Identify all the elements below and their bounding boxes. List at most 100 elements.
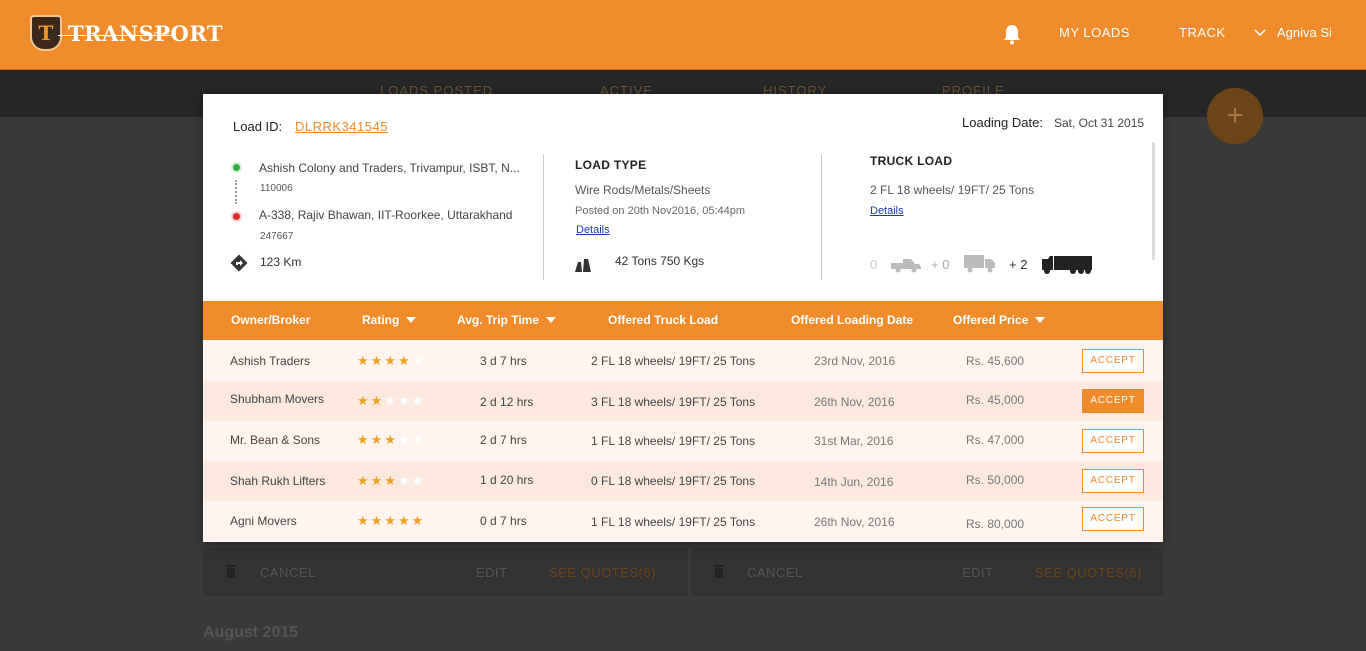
star-filled-icon: ★ <box>384 473 398 488</box>
table-row: Agni Movers ★★★★★ 0 d 7 hrs 1 FL 18 whee… <box>203 501 1163 542</box>
col-owner-broker[interactable]: Owner/Broker <box>231 313 310 327</box>
col-label: Avg. Trip Time <box>457 313 540 327</box>
user-name[interactable]: Agniva Si <box>1277 25 1332 40</box>
load-type-title: LOAD TYPE <box>575 158 647 172</box>
sort-down-icon <box>1035 317 1046 323</box>
sort-down-icon <box>546 317 557 323</box>
accept-button[interactable]: ACCEPT <box>1082 429 1144 453</box>
accept-button[interactable]: ACCEPT <box>1082 349 1144 373</box>
logo[interactable]: T TRANSPORT <box>30 15 223 51</box>
load-id-link[interactable]: DLRRK341545 <box>295 119 388 134</box>
star-empty-icon: ★ <box>397 432 412 447</box>
distance: 123 Km <box>260 255 302 269</box>
loading-date-label: Loading Date: <box>962 115 1043 130</box>
quotes-table-header: Owner/Broker Rating Avg. Trip Time Offer… <box>203 301 1163 340</box>
top-bar: T TRANSPORT .co.in MY LOADS TRACK Agniva… <box>0 0 1366 70</box>
cancel-button[interactable]: CANCEL <box>747 565 803 580</box>
star-empty-icon: ★ <box>397 393 412 408</box>
col-rating[interactable]: Rating <box>362 313 417 327</box>
trip-time: 1 d 20 hrs <box>480 473 534 487</box>
route-direction-icon <box>230 254 248 272</box>
add-load-button[interactable]: + <box>1207 88 1263 144</box>
small-truck-icon <box>891 259 921 273</box>
price: Rs. 80,000 <box>966 517 1025 531</box>
see-quotes-button[interactable]: SEE QUOTES(6) <box>549 565 656 580</box>
owner-name: Mr. Bean & Sons <box>230 433 321 447</box>
truck-load-details-link[interactable]: Details <box>870 205 904 217</box>
background-card: CANCEL EDIT SEE QUOTES(6) <box>203 548 688 596</box>
nav-track[interactable]: TRACK <box>1179 25 1226 40</box>
loading-date-value: Sat, Oct 31 2015 <box>1054 116 1145 130</box>
col-label: Offered Loading Date <box>791 313 914 327</box>
col-label: Rating <box>362 313 400 327</box>
star-empty-icon: ★ <box>397 473 412 488</box>
loading-date: 31st Mar, 2016 <box>814 434 894 448</box>
modal-scrollbar[interactable] <box>1152 142 1155 260</box>
loading-date: 26th Nov, 2016 <box>814 515 895 529</box>
weight-icon <box>575 259 591 272</box>
price: Rs. 50,000 <box>966 473 1025 487</box>
star-filled-icon: ★ <box>370 393 385 408</box>
star-empty-icon: ★ <box>411 432 426 447</box>
loading-date: 14th Jun, 2016 <box>814 475 894 489</box>
edit-button[interactable]: EDIT <box>476 565 508 580</box>
truck-load: 0 FL 18 wheels/ 19FT/ 25 Tons <box>591 474 756 488</box>
rating-stars: ★★★★★ <box>357 432 425 448</box>
load-type-value: Wire Rods/Metals/Sheets <box>575 183 711 197</box>
large-truck-icon <box>1042 256 1092 274</box>
star-empty-icon: ★ <box>411 353 426 368</box>
logo-text: TRANSPORT <box>68 20 224 46</box>
accept-button[interactable]: ACCEPT <box>1082 507 1144 531</box>
accept-button[interactable]: ACCEPT <box>1082 469 1144 493</box>
star-filled-icon: ★ <box>357 473 371 488</box>
load-quotes-modal: Load ID: DLRRK341545 Loading Date: Sat, … <box>203 94 1163 542</box>
route-dots <box>235 180 238 204</box>
truck-load-title: TRUCK LOAD <box>870 154 953 168</box>
origin-pin: 110006 <box>260 183 293 194</box>
bell-icon[interactable] <box>1002 23 1022 45</box>
nav-my-loads[interactable]: MY LOADS <box>1059 25 1130 40</box>
loading-date: 23rd Nov, 2016 <box>814 354 896 368</box>
col-avg-trip-time[interactable]: Avg. Trip Time <box>457 313 557 327</box>
trash-icon <box>714 565 724 578</box>
star-filled-icon: ★ <box>370 513 385 528</box>
cancel-button[interactable]: CANCEL <box>260 565 316 580</box>
rating-stars: ★★★★★ <box>357 353 425 369</box>
star-filled-icon: ★ <box>384 353 398 368</box>
table-row: Ashish Traders ★★★★★ 3 d 7 hrs 2 FL 18 w… <box>203 341 1163 381</box>
trash-icon <box>226 565 236 578</box>
star-filled-icon: ★ <box>370 432 385 447</box>
see-quotes-button[interactable]: SEE QUOTES(6) <box>1035 565 1142 580</box>
truck-load: 3 FL 18 wheels/ 19FT/ 25 Tons <box>591 395 756 409</box>
edit-button[interactable]: EDIT <box>962 565 994 580</box>
col-offered-price[interactable]: Offered Price <box>953 313 1046 327</box>
star-filled-icon: ★ <box>411 513 426 528</box>
trip-time: 2 d 7 hrs <box>480 433 527 447</box>
medium-truck-icon <box>964 255 995 273</box>
chevron-down-icon[interactable] <box>1254 28 1266 38</box>
trip-time: 0 d 7 hrs <box>480 514 527 528</box>
accept-button[interactable]: ACCEPT <box>1082 389 1144 413</box>
small-truck-count: 0 <box>870 257 878 272</box>
destination-pin: 247667 <box>260 231 294 242</box>
logo-domain: .co.in <box>152 31 169 38</box>
destination-dot-icon <box>231 211 242 222</box>
logo-shield-icon: T <box>30 15 62 51</box>
truck-load: 1 FL 18 wheels/ 19FT/ 25 Tons <box>591 515 756 529</box>
posted-date: Posted on 20th Nov2016, 05:44pm <box>575 205 746 217</box>
col-label: Owner/Broker <box>231 313 311 327</box>
background-card: CANCEL EDIT SEE QUOTES(6) <box>691 548 1163 596</box>
origin-address: Ashish Colony and Traders, Trivampur, IS… <box>259 161 520 175</box>
col-label: Offered Truck Load <box>608 313 719 327</box>
col-offered-loading-date[interactable]: Offered Loading Date <box>791 313 913 327</box>
price: Rs. 45,600 <box>966 354 1025 368</box>
origin-dot-icon <box>231 162 242 173</box>
owner-name: Agni Movers <box>230 514 297 528</box>
rating-stars: ★★★★★ <box>357 513 425 529</box>
load-type-details-link[interactable]: Details <box>576 224 610 236</box>
star-filled-icon: ★ <box>384 432 398 447</box>
divider <box>821 154 822 280</box>
col-offered-truck-load[interactable]: Offered Truck Load <box>608 313 718 327</box>
star-filled-icon: ★ <box>370 473 385 488</box>
col-label: Offered Price <box>953 313 1029 327</box>
